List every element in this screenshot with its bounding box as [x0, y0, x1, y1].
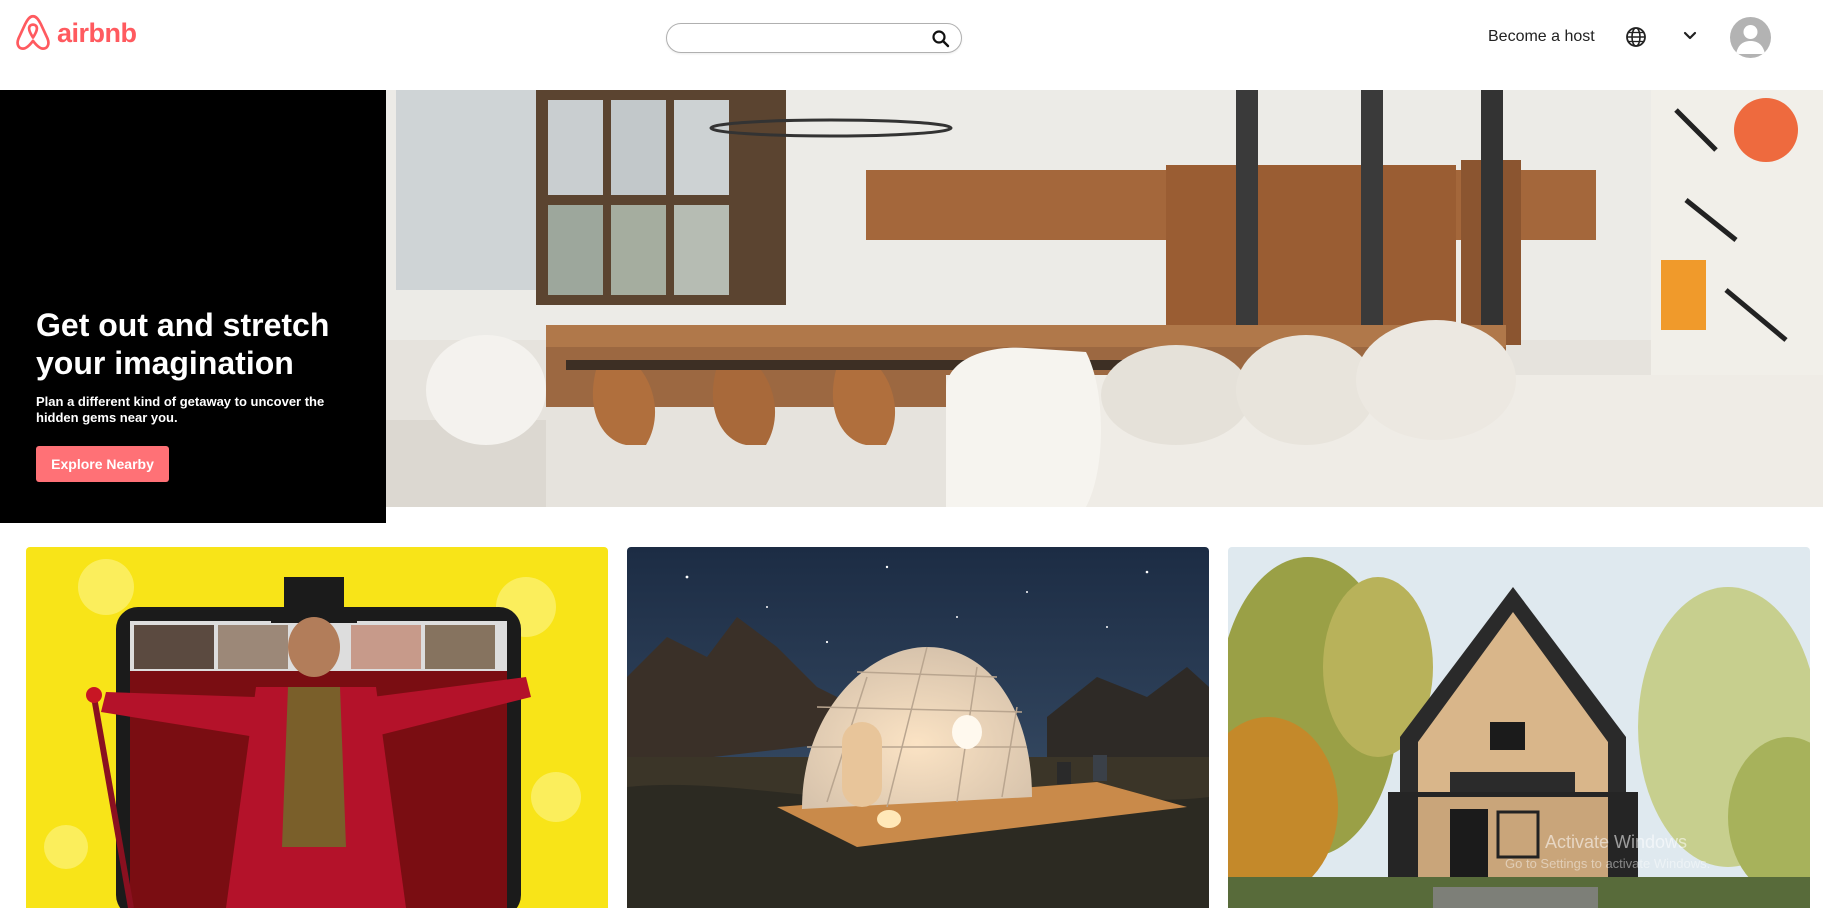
explore-nearby-button[interactable]: Explore Nearby: [36, 446, 169, 482]
airbnb-logo[interactable]: airbnb: [15, 14, 137, 52]
avatar-icon: [1736, 25, 1765, 54]
search-bar[interactable]: [666, 23, 962, 53]
card-entire-homes[interactable]: [1228, 547, 1810, 908]
os-activation-title: Activate Windows: [1545, 832, 1688, 852]
os-activation-subtitle: Go to Settings to activate Windows.: [1505, 856, 1711, 871]
profile-avatar[interactable]: [1730, 17, 1771, 58]
airbnb-logo-icon: [16, 14, 50, 50]
card-unique-stays[interactable]: [627, 547, 1209, 908]
search-icon[interactable]: [931, 29, 951, 49]
become-host-link[interactable]: Become a host: [1488, 28, 1595, 46]
chevron-down-icon[interactable]: [1682, 28, 1698, 44]
brand-name: airbnb: [57, 17, 137, 48]
card-online-experiences[interactable]: [26, 547, 608, 908]
top-navigation-bar: airbnb Become a host: [0, 0, 1823, 90]
globe-icon[interactable]: [1625, 26, 1647, 48]
hero-image: [386, 90, 1823, 507]
hero-title: Get out and stretch your imagination: [36, 307, 330, 381]
hero-subtitle: Plan a different kind of getaway to unco…: [36, 394, 325, 425]
search-input[interactable]: [679, 28, 919, 48]
